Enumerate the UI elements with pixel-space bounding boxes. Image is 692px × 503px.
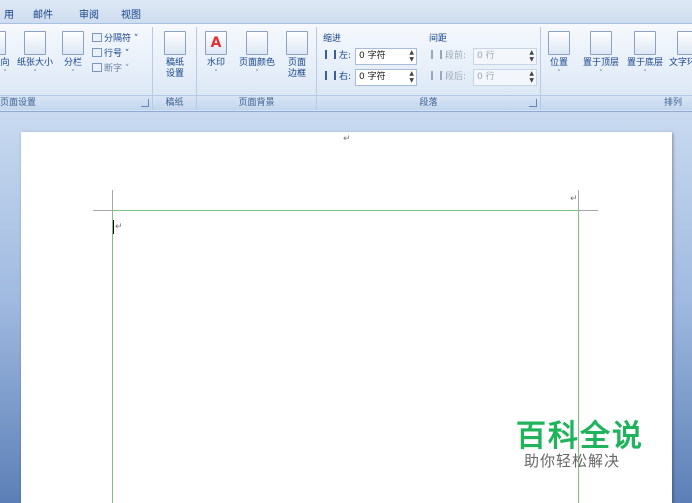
indent-right-label: 右: <box>325 68 351 86</box>
paragraph-mark: ↵ <box>343 134 351 144</box>
text-boundary-top <box>113 210 578 211</box>
watermark-button[interactable]: A 水印 ˅ <box>203 31 229 77</box>
page-background-group: A 水印 ˅ 页面颜色 ˅ 页面 边框 页面背景 <box>197 27 317 110</box>
spacing-after-icon <box>431 71 442 80</box>
tab-review[interactable]: 审阅 <box>79 6 99 21</box>
spacing-before-label: 段前: <box>431 47 466 65</box>
bring-to-front-button[interactable]: 置于顶层 ˅ <box>581 31 621 77</box>
page-size-icon <box>24 31 46 55</box>
page-setup-group-label: 页面设置 <box>0 95 152 110</box>
page-setup-group: 向 ˅ 纸张大小 ˅ 分栏 ˅ 分隔符 ˅ 行号 ˅ 断字 ˅ 页面设置 <box>0 27 153 110</box>
ribbon-tab-bar: 用 邮件 审阅 视图 <box>0 0 692 24</box>
position-button[interactable]: 位置 ˅ <box>547 31 571 77</box>
indent-title: 缩进 <box>323 34 342 44</box>
spacing-before-input[interactable]: 0 行 ▲ ▼ <box>473 48 537 65</box>
indent-right-input[interactable]: 0 字符 ▲ ▼ <box>355 69 417 86</box>
crop-mark <box>93 210 113 211</box>
paragraph-mark: ↵ <box>570 194 578 204</box>
page-borders-button[interactable]: 页面 边框 <box>283 31 311 80</box>
bring-to-front-icon <box>590 31 612 55</box>
manuscript-settings-button[interactable]: 稿纸 设置 <box>159 31 191 80</box>
crop-mark <box>112 190 113 210</box>
arrange-group: 位置 ˅ 置于顶层 ˅ 置于底层 ˅ 文字环 排列 <box>541 27 692 110</box>
crop-mark <box>578 190 579 210</box>
hyphenation-icon <box>92 63 102 72</box>
hyphenation-button[interactable]: 断字 ˅ <box>92 61 129 74</box>
line-numbers-icon <box>92 48 102 57</box>
position-icon <box>548 31 570 55</box>
page-setup-dialog-launcher[interactable] <box>141 99 149 107</box>
spacing-title: 间距 <box>429 34 448 44</box>
tab-mailings[interactable]: 邮件 <box>33 6 53 21</box>
manuscript-icon <box>164 31 186 55</box>
indent-left-icon <box>325 50 336 59</box>
page-color-button[interactable]: 页面颜色 ˅ <box>235 31 279 77</box>
crop-mark <box>578 210 598 211</box>
indent-left-label: 左: <box>325 47 351 65</box>
tab-view[interactable]: 视图 <box>121 6 141 21</box>
orientation-icon <box>0 31 6 55</box>
spacing-after-label: 段后: <box>431 68 466 86</box>
send-to-back-button[interactable]: 置于底层 ˅ <box>625 31 665 77</box>
breaks-icon <box>92 33 102 42</box>
paragraph-group-label: 段落 <box>317 95 540 110</box>
manuscript-group-label: 稿纸 <box>153 95 196 110</box>
page-size-button[interactable]: 纸张大小 ˅ <box>14 31 56 77</box>
indent-left-input[interactable]: 0 字符 ▲ ▼ <box>355 48 417 65</box>
page-background-group-label: 页面背景 <box>197 95 316 110</box>
breaks-button[interactable]: 分隔符 ˅ <box>92 31 138 44</box>
watermark-subtitle: 助你轻松解决 <box>524 452 621 470</box>
indent-right-spinner[interactable]: ▲ ▼ <box>409 70 414 84</box>
arrange-group-label: 排列 <box>541 95 692 110</box>
indent-left-spinner[interactable]: ▲ ▼ <box>409 49 414 63</box>
indent-right-icon <box>325 71 336 80</box>
paragraph-group: 缩进 间距 左: 0 字符 ▲ ▼ 右: 0 字符 ▲ ▼ 段前: 0 行 ▲ ▼ 段后: … <box>317 27 541 110</box>
spacing-before-spinner[interactable]: ▲ ▼ <box>529 49 534 63</box>
columns-icon <box>62 31 84 55</box>
tab-references[interactable]: 用 <box>4 6 14 21</box>
spacing-before-icon <box>431 50 442 59</box>
ribbon: 向 ˅ 纸张大小 ˅ 分栏 ˅ 分隔符 ˅ 行号 ˅ 断字 ˅ 页面设置 稿纸 … <box>0 24 692 112</box>
spacing-after-input[interactable]: 0 行 ▲ ▼ <box>473 69 537 86</box>
paragraph-dialog-launcher[interactable] <box>529 99 537 107</box>
paragraph-mark: ↵ <box>115 222 123 232</box>
orientation-button[interactable]: 向 ˅ <box>0 31 14 77</box>
watermark-title: 百科全说 <box>516 419 644 454</box>
page-border-icon <box>286 31 308 55</box>
spacing-after-spinner[interactable]: ▲ ▼ <box>529 70 534 84</box>
paint-bucket-icon <box>246 31 268 55</box>
manuscript-group: 稿纸 设置 稿纸 <box>153 27 197 110</box>
watermark-icon: A <box>205 31 227 55</box>
send-to-back-icon <box>634 31 656 55</box>
text-wrapping-button[interactable]: 文字环 <box>669 31 692 69</box>
text-boundary-left <box>112 210 113 503</box>
columns-button[interactable]: 分栏 ˅ <box>60 31 86 77</box>
text-cursor <box>113 220 114 234</box>
line-numbers-button[interactable]: 行号 ˅ <box>92 46 129 59</box>
text-wrapping-icon <box>677 31 692 55</box>
